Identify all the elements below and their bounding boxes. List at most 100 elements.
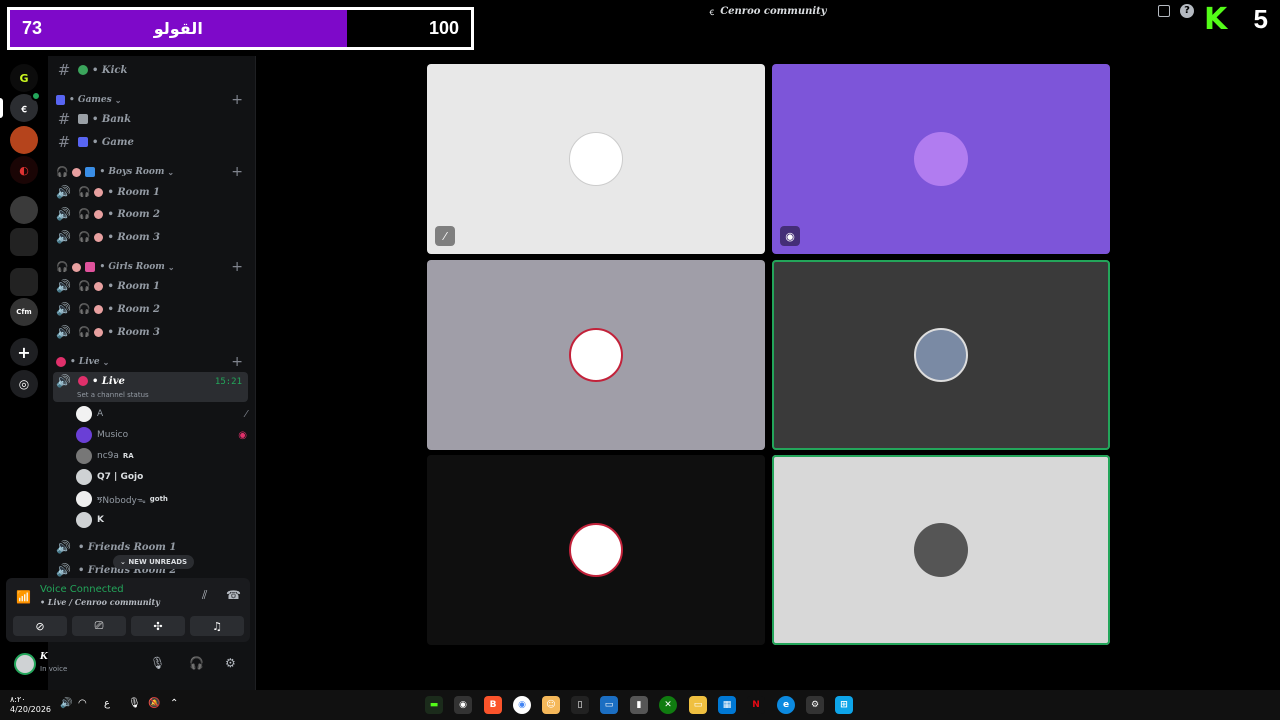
new-unreads-pill[interactable]: ⌄ NEW UNREADS <box>113 555 195 569</box>
add-channel-icon[interactable]: + <box>231 354 243 370</box>
voice-room-girls-2[interactable]: 🔊 🎧 • Room 2 <box>56 299 247 319</box>
soundboard-button[interactable]: ♫ <box>190 616 244 636</box>
voice-member[interactable]: ኝNobodyᯓ goth <box>76 489 247 509</box>
add-channel-icon[interactable]: + <box>231 259 243 275</box>
app-icon-face[interactable]: ☺ <box>542 696 560 714</box>
member-name: ኝNobodyᯓ <box>97 495 146 506</box>
clock[interactable]: ۸:۲۰ 4/20/2026 <box>10 695 51 715</box>
server-icon-red[interactable]: ◐ <box>10 156 38 184</box>
app-icon-device[interactable]: ▮ <box>630 696 648 714</box>
face-icon <box>94 281 104 291</box>
channel-label: • Live <box>92 375 125 387</box>
speaker-icon: 🔊 <box>56 207 71 221</box>
inbox-icon[interactable] <box>1158 5 1170 17</box>
app-icon-obs[interactable]: ▬ <box>425 696 443 714</box>
category-live[interactable]: • Live ⌄ + <box>56 352 247 372</box>
voice-member[interactable]: Musico ◉ <box>76 425 247 445</box>
participant-tile-musico[interactable]: ◉ <box>772 64 1110 254</box>
chrome-icon[interactable]: ◉ <box>513 696 531 714</box>
file-explorer-icon[interactable]: ▭ <box>689 696 707 714</box>
title-bar: ꞓ Cenroo community <box>256 0 1280 22</box>
server-folder-2[interactable] <box>10 268 38 296</box>
channel-bank[interactable]: # • Bank <box>56 109 247 129</box>
voice-channel-live[interactable]: 🔊 • Live <box>56 371 247 391</box>
user-avatar[interactable] <box>14 653 36 675</box>
participant-tile-nobody[interactable] <box>427 455 765 645</box>
voice-room-boys-1[interactable]: 🔊 🎧 • Room 1 <box>56 182 247 202</box>
voice-location[interactable]: • Live / Cenroo community <box>40 597 160 607</box>
add-channel-icon[interactable]: + <box>231 92 243 108</box>
volume-icon[interactable]: 🔊 <box>60 698 72 709</box>
chevron-up-icon[interactable]: ⌃ <box>170 698 178 709</box>
server-icon-cenroo[interactable]: ꞓ <box>0 91 41 122</box>
signal-icon[interactable]: 📶 <box>16 590 31 604</box>
voice-member[interactable]: nc9a RA <box>76 446 247 466</box>
hash-icon: # <box>57 61 71 79</box>
category-label: • Boys Room <box>99 167 165 177</box>
voice-connected-panel: 📶 Voice Connected • Live / Cenroo commun… <box>6 578 250 642</box>
store-icon[interactable]: ▦ <box>718 696 736 714</box>
live-dot-icon <box>78 376 88 386</box>
headphones-icon: 🎧 <box>78 186 91 198</box>
disconnect-icon[interactable]: ☎ <box>226 588 241 602</box>
participant-tile-a[interactable]: ⁄ <box>427 64 765 254</box>
microphone-icon[interactable]: 🎙 <box>150 656 165 670</box>
server-icon-community[interactable] <box>10 196 38 224</box>
voice-room-girls-1[interactable]: 🔊 🎧 • Room 1 <box>56 276 247 296</box>
participant-avatar <box>914 523 968 577</box>
activities-button[interactable]: ✣ <box>131 616 185 636</box>
wifi-icon[interactable]: ◠ <box>78 698 87 709</box>
app-icon-mouse[interactable]: ▯ <box>571 696 589 714</box>
brave-browser-icon[interactable]: B <box>484 696 502 714</box>
face-icon <box>94 232 104 242</box>
participant-tile-k[interactable] <box>772 455 1110 645</box>
settings-gear-icon[interactable]: ⚙ <box>806 696 824 714</box>
category-games[interactable]: • Games ⌄ + <box>56 90 247 110</box>
settings-gear-icon[interactable]: ⚙ <box>225 656 236 670</box>
channel-kick[interactable]: # • Kick <box>56 60 247 80</box>
server-icon-g[interactable]: G <box>10 64 38 92</box>
headphones-icon: 🎧 <box>78 303 91 315</box>
camera-off-button[interactable]: ⊘ <box>13 616 67 636</box>
help-icon[interactable]: ? <box>1180 4 1194 18</box>
avatar <box>76 448 92 464</box>
voice-member[interactable]: Q7 | Gojo <box>76 467 247 487</box>
voice-member[interactable]: A ⁄ <box>76 404 247 424</box>
headphones-icon[interactable]: 🎧 <box>189 656 204 670</box>
add-channel-icon[interactable]: + <box>231 164 243 180</box>
bank-icon <box>78 114 88 124</box>
server-folder-1[interactable] <box>10 228 38 256</box>
language-indicator[interactable]: ع <box>104 698 110 709</box>
headphones-icon: 🎧 <box>78 231 91 243</box>
channel-label: • Room 3 <box>107 231 160 243</box>
headphones-icon: 🎧 <box>78 326 91 338</box>
voice-member[interactable]: K <box>76 510 247 530</box>
category-boys-room[interactable]: 🎧 • Boys Room ⌄ + <box>56 162 247 182</box>
voice-room-boys-3[interactable]: 🔊 🎧 • Room 3 <box>56 227 247 247</box>
microphone-icon[interactable]: 🎙 <box>128 698 141 709</box>
channel-label: • Bank <box>92 113 132 125</box>
participant-tile-gojo[interactable] <box>772 260 1110 450</box>
app-icon-record[interactable]: ◉ <box>454 696 472 714</box>
channel-game[interactable]: # • Game <box>56 132 247 152</box>
voice-room-friends-1[interactable]: 🔊 • Friends Room 1 <box>56 537 247 557</box>
netflix-icon[interactable]: N <box>747 696 765 714</box>
category-label: • Games <box>69 95 112 105</box>
category-girls-room[interactable]: 🎧 • Girls Room ⌄ + <box>56 257 247 277</box>
windows-start-icon[interactable]: ⊞ <box>835 696 853 714</box>
notifications-off-icon[interactable]: 🔕 <box>148 698 160 709</box>
voice-room-girls-3[interactable]: 🔊 🎧 • Room 3 <box>56 322 247 342</box>
screen-share-button[interactable]: ⎚ <box>72 616 126 636</box>
noise-suppression-icon[interactable]: ⫽ <box>202 588 207 603</box>
voice-room-boys-2[interactable]: 🔊 🎧 • Room 2 <box>56 204 247 224</box>
set-channel-status[interactable]: Set a channel status <box>77 391 149 399</box>
add-server-icon[interactable]: + <box>10 338 38 366</box>
app-icon-window[interactable]: ▭ <box>600 696 618 714</box>
server-icon-cfm[interactable]: Cfm <box>10 298 38 326</box>
edge-icon[interactable]: e <box>777 696 795 714</box>
server-icon-fire[interactable] <box>10 126 38 154</box>
participant-tile-nc9a[interactable] <box>427 260 765 450</box>
participant-avatar <box>569 328 623 382</box>
discover-icon[interactable]: ◎ <box>10 370 38 398</box>
xbox-icon[interactable]: ✕ <box>659 696 677 714</box>
